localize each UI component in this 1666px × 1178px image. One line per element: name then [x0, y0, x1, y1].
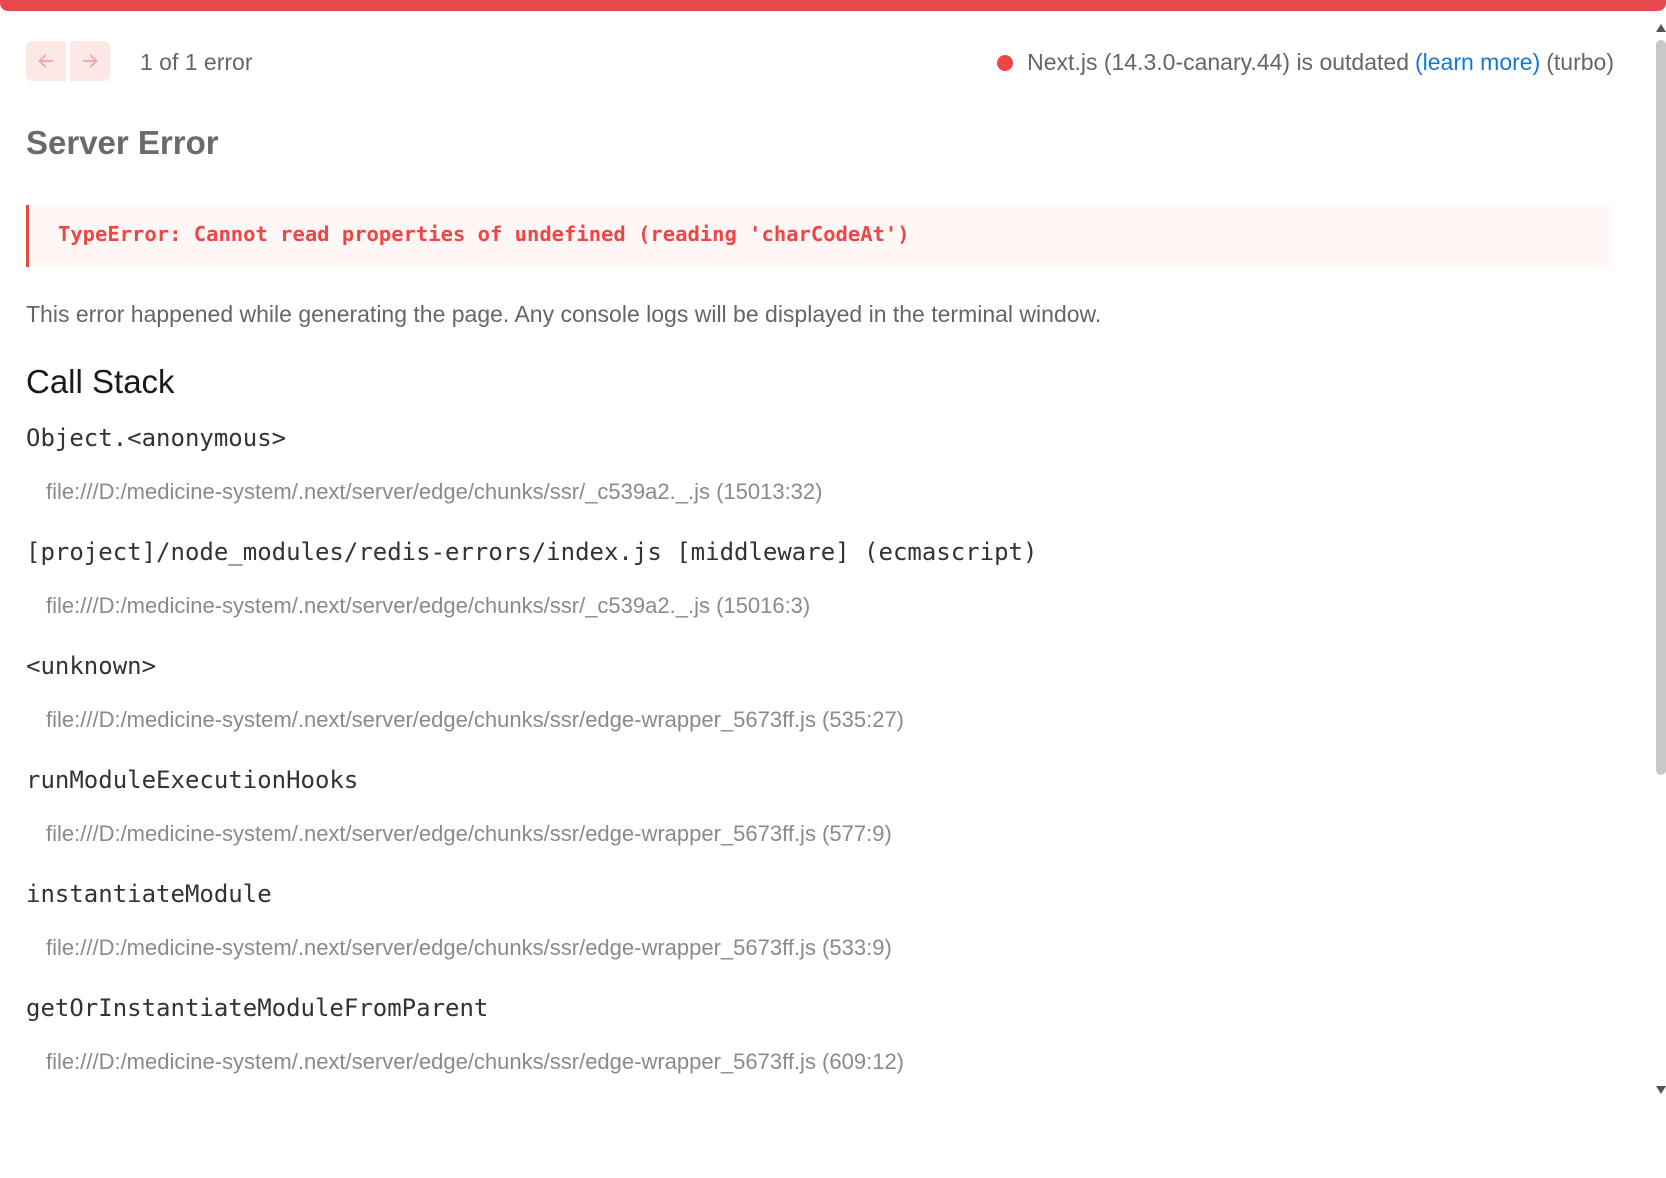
frame-file-link[interactable]: file:///D:/medicine-system/.next/server/…: [46, 593, 810, 619]
error-message: TypeError: Cannot read properties of und…: [58, 222, 910, 246]
learn-more-link[interactable]: (learn more): [1415, 49, 1540, 76]
scroll-up-arrow-icon[interactable]: [1656, 24, 1666, 32]
status-dot-icon: [997, 54, 1014, 71]
previous-error-button[interactable]: [26, 41, 66, 81]
error-count-label: 1 of 1 error: [140, 49, 253, 75]
call-stack-frame[interactable]: [project]/node_modules/redis-errors/inde…: [26, 538, 1606, 652]
page-title: Server Error: [26, 124, 219, 161]
call-stack-frame[interactable]: getOrInstantiateModuleFromParent file://…: [26, 994, 1606, 1108]
frame-function: <unknown>: [26, 652, 157, 680]
call-stack-heading: Call Stack: [26, 363, 175, 400]
call-stack-frame[interactable]: instantiateModule file:///D:/medicine-sy…: [26, 880, 1606, 994]
bundler-label: (turbo): [1546, 49, 1614, 75]
scroll-down-arrow-icon[interactable]: [1656, 1086, 1666, 1094]
version-text: Next.js (14.3.0-canary.44) is outdated: [1027, 49, 1409, 75]
version-staleness: Next.js (14.3.0-canary.44) is outdated (…: [997, 49, 1614, 76]
scrollbar-thumb[interactable]: [1656, 40, 1666, 775]
arrow-right-icon: [82, 54, 98, 68]
error-overlay-dialog: 1 of 1 error Next.js (14.3.0-canary.44) …: [0, 11, 1640, 1178]
frame-function: runModuleExecutionHooks: [26, 766, 359, 794]
frame-function: Object.<anonymous>: [26, 424, 287, 452]
arrow-left-icon: [38, 54, 54, 68]
error-message-box: TypeError: Cannot read properties of und…: [26, 205, 1611, 267]
frame-file-link[interactable]: file:///D:/medicine-system/.next/server/…: [46, 821, 892, 847]
frame-file-link[interactable]: file:///D:/medicine-system/.next/server/…: [46, 479, 822, 505]
frame-file-link[interactable]: file:///D:/medicine-system/.next/server/…: [46, 935, 892, 961]
frame-function: getOrInstantiateModuleFromParent: [26, 994, 489, 1022]
dialog-top-border: [0, 0, 1666, 11]
frame-file-link[interactable]: file:///D:/medicine-system/.next/server/…: [46, 707, 904, 733]
vertical-scrollbar[interactable]: [1656, 24, 1666, 1120]
call-stack-frame[interactable]: <unknown> file:///D:/medicine-system/.ne…: [26, 652, 1606, 766]
call-stack-frame[interactable]: Object.<anonymous> file:///D:/medicine-s…: [26, 424, 1606, 538]
frame-function: instantiateModule: [26, 880, 272, 908]
error-description: This error happened while generating the…: [26, 301, 1102, 327]
frame-function: [project]/node_modules/redis-errors/inde…: [26, 538, 1038, 566]
next-error-button[interactable]: [70, 41, 110, 81]
call-stack-frame[interactable]: runModuleExecutionHooks file:///D:/medic…: [26, 766, 1606, 880]
frame-file-link[interactable]: file:///D:/medicine-system/.next/server/…: [46, 1049, 904, 1075]
error-pagination: [26, 41, 110, 81]
dialog-header: 1 of 1 error Next.js (14.3.0-canary.44) …: [26, 39, 1614, 85]
call-stack-list: Object.<anonymous> file:///D:/medicine-s…: [26, 424, 1606, 1108]
